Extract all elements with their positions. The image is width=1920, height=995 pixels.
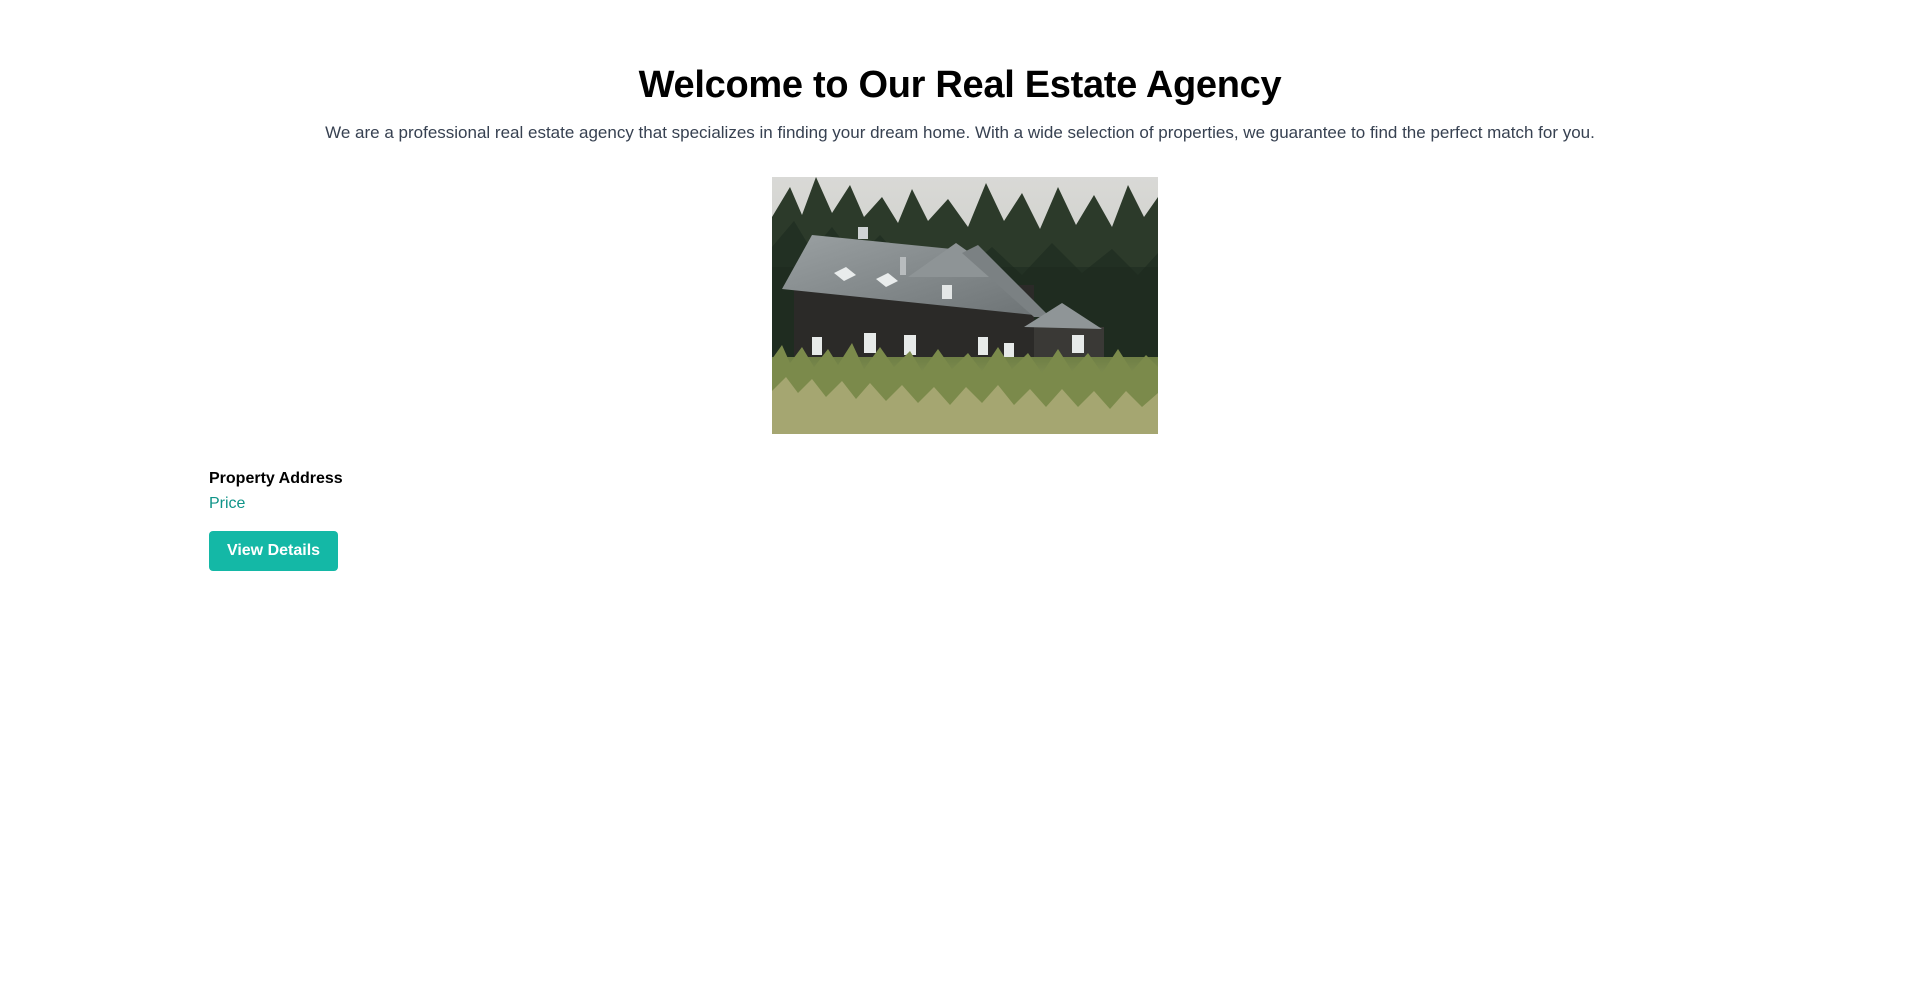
page-description: We are a professional real estate agency… [325, 123, 1595, 142]
view-details-button[interactable]: View Details [209, 531, 338, 571]
page-title: Welcome to Our Real Estate Agency [638, 64, 1282, 106]
property-image [772, 177, 1158, 434]
page: Welcome to Our Real Estate Agency We are… [0, 0, 1920, 995]
property-card: Property Address Price View Details [209, 468, 343, 571]
property-price: Price [209, 495, 246, 512]
property-address: Property Address [209, 470, 343, 487]
